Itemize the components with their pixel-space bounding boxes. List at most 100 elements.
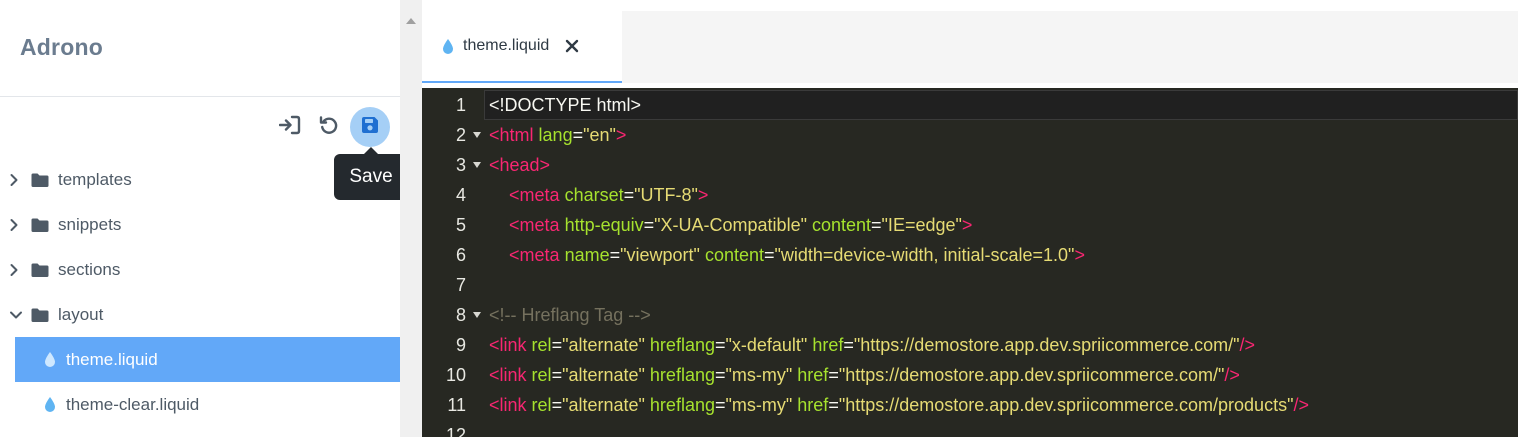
line-number: 11 xyxy=(447,395,466,415)
file-label: theme-clear.liquid xyxy=(66,394,200,414)
code-text: <!DOCTYPE html> xyxy=(489,90,641,120)
code-text: <link rel="alternate" hreflang="ms-my" h… xyxy=(489,390,1309,420)
code-token: = xyxy=(828,365,839,385)
code-token: = xyxy=(843,335,854,355)
code-line[interactable]: 3 <head> xyxy=(422,150,1518,180)
code-line[interactable]: 9 <link rel="alternate" hreflang="x-defau… xyxy=(422,330,1518,360)
code-text: <meta name="viewport" content="width=dev… xyxy=(489,240,1085,270)
code-token: "https://demostore.app.dev.spriicommerce… xyxy=(838,365,1225,385)
code-line[interactable]: 8 <!-- Hreflang Tag --> xyxy=(422,300,1518,330)
code-token: hreflang xyxy=(649,365,715,385)
code-line[interactable]: 6 <meta name="viewport" content="width=d… xyxy=(422,240,1518,270)
code-token: <head> xyxy=(489,155,551,175)
line-number: 12 xyxy=(445,425,466,437)
file-theme-clear-liquid[interactable]: theme-clear.liquid xyxy=(15,382,400,427)
code-token: content xyxy=(811,215,872,235)
code-token: "alternate" xyxy=(562,335,645,355)
code-line[interactable]: 11 <link rel="alternate" hreflang="ms-my"… xyxy=(422,390,1518,420)
fold-arrow-icon[interactable] xyxy=(473,162,481,168)
code-line[interactable]: 2 <html lang="en"> xyxy=(422,120,1518,150)
folder-templates[interactable]: templates xyxy=(0,157,400,202)
folder-label: templates xyxy=(58,169,132,189)
code-line[interactable]: 7 xyxy=(422,270,1518,300)
code-token: = xyxy=(551,395,563,415)
code-token: = xyxy=(572,125,584,145)
code-token: /> xyxy=(1224,365,1240,385)
code-token: <!DOCTYPE html> xyxy=(489,95,642,115)
file-theme-liquid[interactable]: theme.liquid xyxy=(15,337,400,382)
code-line[interactable]: 5 <meta http-equiv="X-UA-Compatible" con… xyxy=(422,210,1518,240)
code-line[interactable]: 12 xyxy=(422,420,1518,437)
tab-theme-liquid[interactable]: theme.liquid xyxy=(422,11,622,83)
folder-snippets[interactable]: snippets xyxy=(0,202,400,247)
code-token: = xyxy=(763,245,775,265)
chevron-right-icon xyxy=(9,173,23,187)
folder-label: layout xyxy=(58,304,104,324)
code-text: <meta charset="UTF-8"> xyxy=(489,180,708,210)
chevron-right-icon xyxy=(9,218,23,232)
line-number: 5 xyxy=(455,215,466,235)
sidebar-divider xyxy=(0,96,400,97)
code-token: > xyxy=(615,125,627,145)
fold-arrow-icon[interactable] xyxy=(473,312,481,318)
code-token: /> xyxy=(1293,395,1309,415)
scroll-up-arrow-icon[interactable] xyxy=(406,18,416,24)
folder-sections[interactable]: sections xyxy=(0,247,400,292)
panel-splitter[interactable] xyxy=(400,0,422,437)
code-editor[interactable]: 1 <!DOCTYPE html> 2 <html lang="en"> 3 <head>… xyxy=(422,88,1518,437)
folder-layout[interactable]: layout xyxy=(0,292,400,337)
code-token: lang xyxy=(538,125,573,145)
code-token: = xyxy=(623,185,635,205)
code-token: href xyxy=(797,395,829,415)
chevron-right-icon xyxy=(9,263,23,277)
code-token: "UTF-8" xyxy=(634,185,698,205)
folder-icon xyxy=(31,172,49,188)
code-token: href xyxy=(797,365,829,385)
code-token: rel xyxy=(531,395,552,415)
chevron-down-icon xyxy=(9,310,23,320)
code-line[interactable]: 10 <link rel="alternate" hreflang="ms-my"… xyxy=(422,360,1518,390)
code-line[interactable]: 4 <meta charset="UTF-8"> xyxy=(422,180,1518,210)
code-token: <link xyxy=(489,365,527,385)
code-token: http-equiv xyxy=(564,215,644,235)
line-number: 8 xyxy=(455,305,466,325)
code-token: <link xyxy=(489,335,527,355)
code-token: = xyxy=(714,335,726,355)
code-token: = xyxy=(551,365,563,385)
code-token: > xyxy=(1074,245,1085,265)
liquid-drop-icon xyxy=(442,38,454,55)
line-number: 6 xyxy=(455,245,466,265)
close-icon[interactable] xyxy=(565,39,579,53)
folder-label: sections xyxy=(58,259,121,279)
code-token: = xyxy=(551,335,563,355)
code-token: "en" xyxy=(583,125,616,145)
code-text: <html lang="en"> xyxy=(489,120,626,150)
brand-title: Adrono xyxy=(20,34,103,60)
code-token: "viewport" xyxy=(620,245,700,265)
revert-button[interactable] xyxy=(309,107,349,147)
code-token: "X-UA-Compatible" xyxy=(654,215,807,235)
code-line[interactable]: 1 <!DOCTYPE html> xyxy=(422,90,1518,120)
editor-tab-bar: theme.liquid xyxy=(422,11,1518,83)
code-token: = xyxy=(828,395,839,415)
sign-in-button[interactable] xyxy=(270,107,310,147)
fold-arrow-icon[interactable] xyxy=(473,132,481,138)
code-token: = xyxy=(609,245,621,265)
code-token: charset xyxy=(564,185,624,205)
folder-icon xyxy=(31,262,49,278)
line-number: 9 xyxy=(455,335,466,355)
code-text: <meta http-equiv="X-UA-Compatible" conte… xyxy=(489,210,972,240)
undo-icon xyxy=(318,114,340,141)
line-number: 1 xyxy=(455,95,466,115)
code-text: <!-- Hreflang Tag --> xyxy=(489,300,651,330)
code-token: <html xyxy=(489,125,534,145)
line-number: 2 xyxy=(455,125,466,145)
save-button[interactable] xyxy=(350,107,390,147)
code-token: "alternate" xyxy=(562,365,645,385)
code-token: = xyxy=(714,395,726,415)
code-token: "x-default" xyxy=(725,335,808,355)
code-token: rel xyxy=(531,365,552,385)
